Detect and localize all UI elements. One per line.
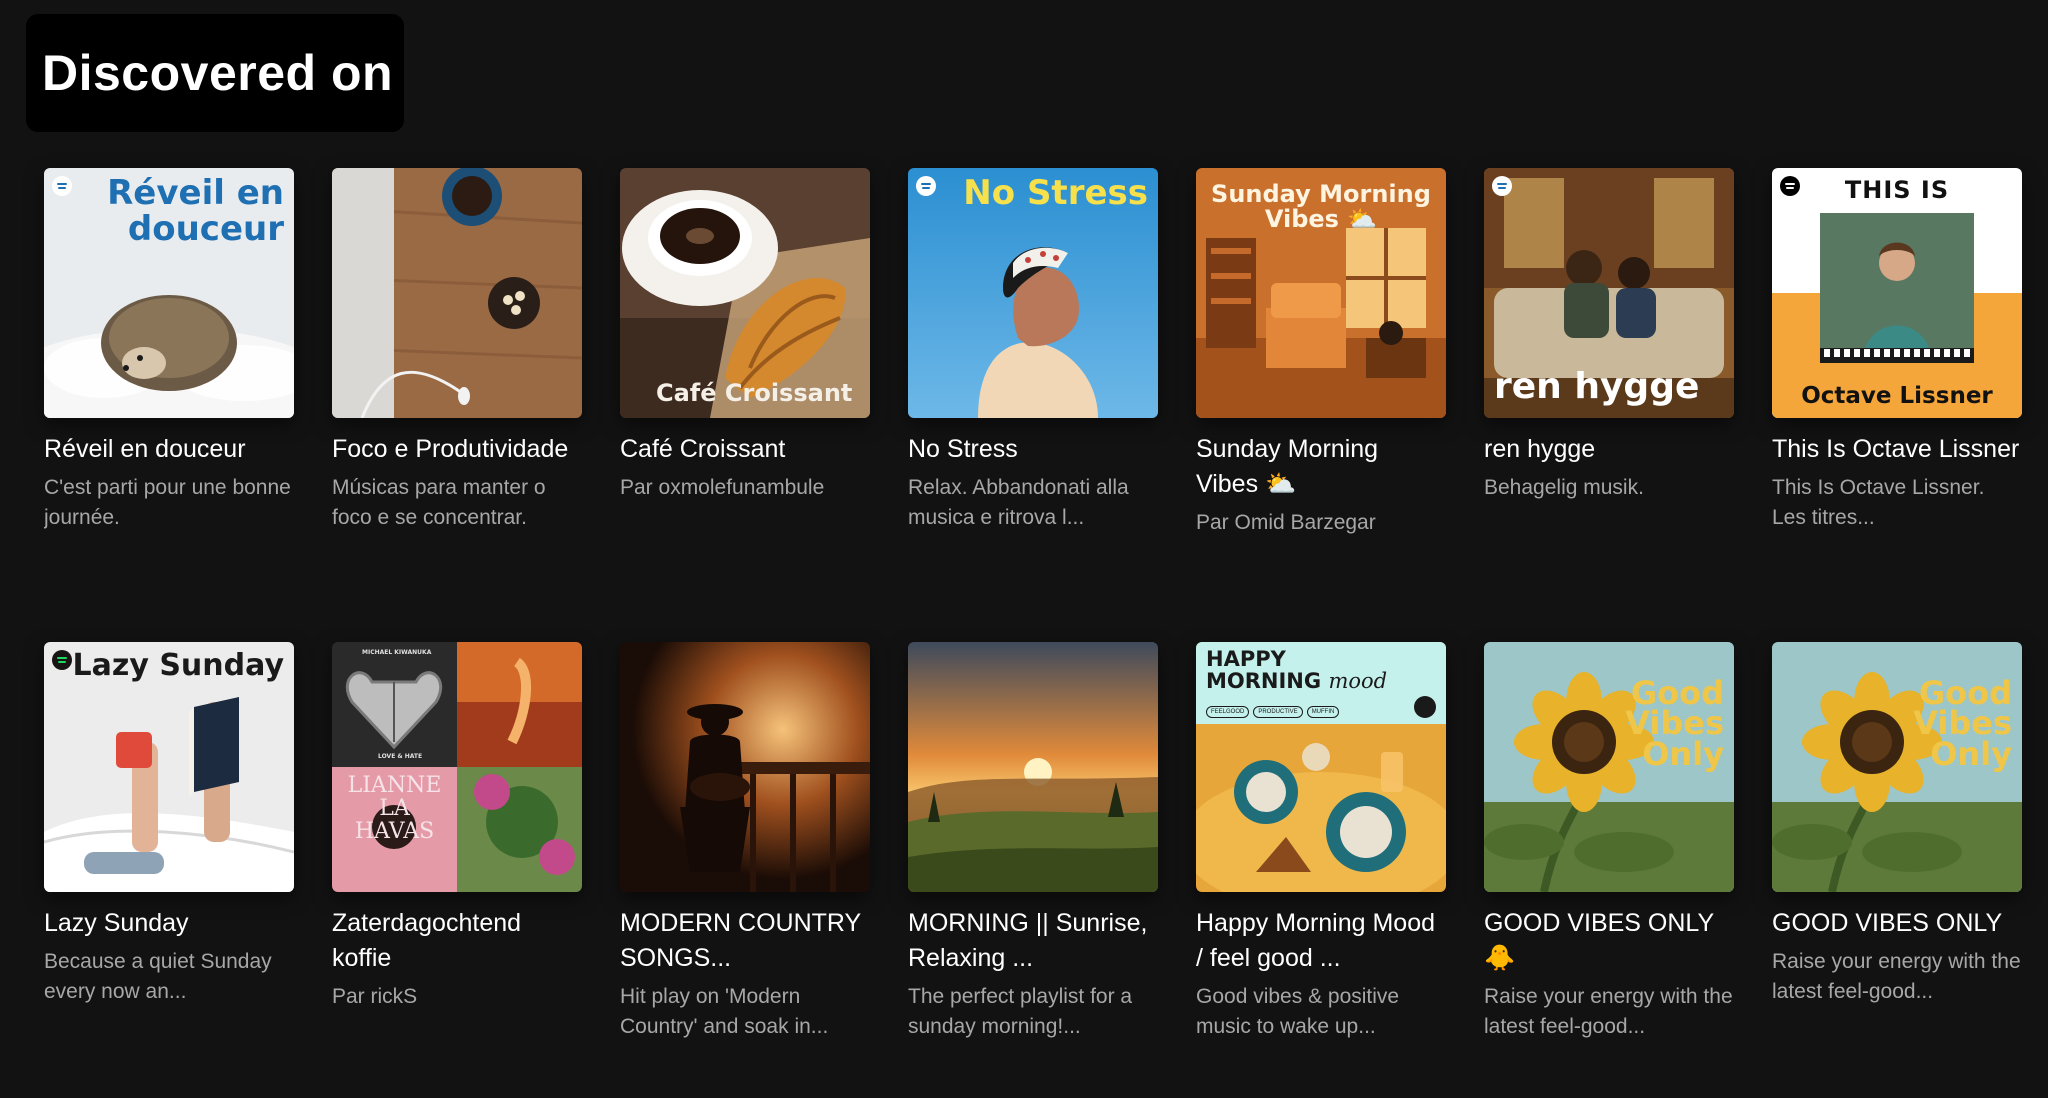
cozy-room-image[interactable]: Sunday Morning Vibes ⛅: [1196, 168, 1446, 418]
cover-title: Sunday Morning Vibes ⛅: [1211, 180, 1431, 234]
spotify-logo-icon: [52, 176, 72, 196]
cover-artist-name: Octave Lissner: [1801, 382, 1993, 409]
playlist-title[interactable]: Café Croissant: [620, 432, 870, 467]
playlist-description: Raise your energy with the latest feel-g…: [1772, 950, 2021, 1003]
playlist-description: Because a quiet Sunday every now an...: [44, 950, 272, 1003]
playlist-description: This Is Octave Lissner. Les titres...: [1772, 476, 1985, 529]
playlist-description: Músicas para manter o foco e se concentr…: [332, 476, 546, 529]
playlist-description: The perfect playlist for a sunday mornin…: [908, 985, 1133, 1038]
cover-title: Lazy Sunday: [72, 648, 285, 683]
this-is-cover-art: [1772, 168, 2022, 418]
playlist-card-zaterdagochtend-koffie[interactable]: MICHAEL KIWANUKA LOVE & HATE LIANNE LA H…: [332, 642, 582, 1098]
breakfast-table-image[interactable]: HAPPY MORNING mood FEELGOOD PRODUCTIVE M…: [1196, 642, 1446, 892]
playlist-title[interactable]: GOOD VIBES ONLY 🐥: [1484, 906, 1734, 976]
playlist-card-reveil-en-douceur[interactable]: Réveil en douceur Réveil en douceur C'es…: [44, 168, 294, 642]
album-collage-image[interactable]: MICHAEL KIWANUKA LOVE & HATE LIANNE LA H…: [332, 642, 582, 892]
cover-title: Good Vibes Only: [1913, 674, 2012, 773]
monkey-logo-icon: [1414, 696, 1436, 718]
section-title: Discovered on: [42, 45, 394, 101]
playlist-card-good-vibes-only[interactable]: Good Vibes Only GOOD VIBES ONLY 🐥 Raise …: [1484, 642, 1734, 1098]
playlist-card-cafe-croissant[interactable]: Café Croissant Café Croissant Par oxmole…: [620, 168, 870, 642]
cover-title: Good Vibes Only: [1625, 674, 1724, 773]
playlist-grid: Réveil en douceur Réveil en douceur C'es…: [44, 168, 2022, 1098]
playlist-description: Hit play on 'Modern Country' and soak in…: [620, 985, 829, 1038]
collage-artist-label: MICHAEL KIWANUKA: [362, 649, 432, 656]
playlist-title[interactable]: Réveil en douceur: [44, 432, 294, 467]
playlist-card-morning-sunrise[interactable]: MORNING || Sunrise, Relaxing ... The per…: [908, 642, 1158, 1098]
playlist-title[interactable]: This Is Octave Lissner: [1772, 432, 2022, 467]
sunflower-image[interactable]: Good Vibes Only: [1772, 642, 2022, 892]
country-cover-art: [620, 642, 870, 892]
playlist-title[interactable]: Foco e Produtividade: [332, 432, 582, 467]
spotify-logo-icon: [52, 650, 72, 670]
desk-coffee-image[interactable]: [332, 168, 582, 418]
woman-sky-image[interactable]: No Stress: [908, 168, 1158, 418]
cover-title: ren hygge: [1494, 366, 1700, 408]
playlist-title[interactable]: MORNING || Sunrise, Relaxing ...: [908, 906, 1158, 976]
playlist-card-lazy-sunday[interactable]: Lazy Sunday Lazy Sunday Because a quiet …: [44, 642, 294, 1098]
playlist-card-good-vibes-only-2[interactable]: Good Vibes Only GOOD VIBES ONLY Raise yo…: [1772, 642, 2022, 1098]
playlist-description: Par rickS: [332, 985, 418, 1008]
cover-tag: PRODUCTIVE: [1253, 706, 1303, 718]
collage-cover-art: [332, 642, 582, 892]
cover-title: No Stress: [963, 173, 1148, 213]
sunrise-cover-art: [908, 642, 1158, 892]
playlist-description: Good vibes & positive music to wake up..…: [1196, 985, 1400, 1038]
playlist-card-foco-e-produtividade[interactable]: Foco e Produtividade Músicas para manter…: [332, 168, 582, 642]
collage-album-name: LIANNE LA HAVAS: [347, 773, 442, 845]
playlist-card-sunday-morning-vibes[interactable]: Sunday Morning Vibes ⛅ Sunday Morning Vi…: [1196, 168, 1446, 642]
sunrise-landscape-image[interactable]: [908, 642, 1158, 892]
playlist-description: Par oxmolefunambule: [620, 476, 825, 499]
playlist-title[interactable]: Sunday Morning Vibes ⛅: [1196, 432, 1446, 502]
artist-piano-image[interactable]: THIS IS Octave Lissner: [1772, 168, 2022, 418]
discovered-on-page: Discovered on Réveil en douceur Réveil e…: [0, 0, 2048, 1098]
playlist-title[interactable]: Happy Morning Mood / feel good ...: [1196, 906, 1446, 976]
playlist-description: Behagelig musik.: [1484, 476, 1644, 499]
playlist-card-ren-hygge[interactable]: ren hygge ren hygge Behagelig musik.: [1484, 168, 1734, 642]
desk-cover-art: [332, 168, 582, 418]
cover-title-mood: mood: [1328, 669, 1388, 694]
playlist-title[interactable]: Lazy Sunday: [44, 906, 294, 941]
sunflower-image[interactable]: Good Vibes Only: [1484, 642, 1734, 892]
playlist-card-modern-country-songs[interactable]: MODERN COUNTRY SONGS... Hit play on 'Mod…: [620, 642, 870, 1098]
coffee-croissant-image[interactable]: Café Croissant: [620, 168, 870, 418]
playlist-title[interactable]: MODERN COUNTRY SONGS...: [620, 906, 870, 976]
cover-title: Café Croissant: [656, 378, 853, 407]
playlist-description: Relax. Abbandonati alla musica e ritrova…: [908, 476, 1129, 529]
playlist-description: Par Omid Barzegar: [1196, 511, 1376, 534]
playlist-card-this-is-octave-lissner[interactable]: THIS IS Octave Lissner This Is Octave Li…: [1772, 168, 2022, 642]
cover-title: Réveil en douceur: [107, 173, 284, 249]
spotify-logo-icon: [916, 176, 936, 196]
hedgehog-image[interactable]: Réveil en douceur: [44, 168, 294, 418]
playlist-card-happy-morning-mood[interactable]: HAPPY MORNING mood FEELGOOD PRODUCTIVE M…: [1196, 642, 1446, 1098]
playlist-title[interactable]: Zaterdagochtend koffie: [332, 906, 582, 976]
cover-tag: FEELGOOD: [1206, 706, 1250, 718]
playlist-description: Raise your energy with the latest feel-g…: [1484, 985, 1733, 1038]
playlist-title[interactable]: ren hygge: [1484, 432, 1734, 467]
spotify-logo-icon: [1492, 176, 1512, 196]
playlist-title[interactable]: No Stress: [908, 432, 1158, 467]
cover-tag: MUFFIN: [1306, 706, 1340, 718]
bed-book-mug-image[interactable]: Lazy Sunday: [44, 642, 294, 892]
playlist-description: C'est parti pour une bonne journée.: [44, 476, 291, 529]
playlist-card-no-stress[interactable]: No Stress No Stress Relax. Abbandonati a…: [908, 168, 1158, 642]
cover-heading: THIS IS: [1844, 176, 1950, 204]
playlist-title[interactable]: GOOD VIBES ONLY: [1772, 906, 2022, 941]
collage-album-label: LOVE & HATE: [378, 753, 423, 760]
guitarist-bar-image[interactable]: [620, 642, 870, 892]
couple-couch-image[interactable]: ren hygge: [1484, 168, 1734, 418]
cover-tag-list: FEELGOOD PRODUCTIVE MUFFIN: [1206, 706, 1340, 718]
cover-title: HAPPY MORNING mood: [1206, 647, 1388, 694]
